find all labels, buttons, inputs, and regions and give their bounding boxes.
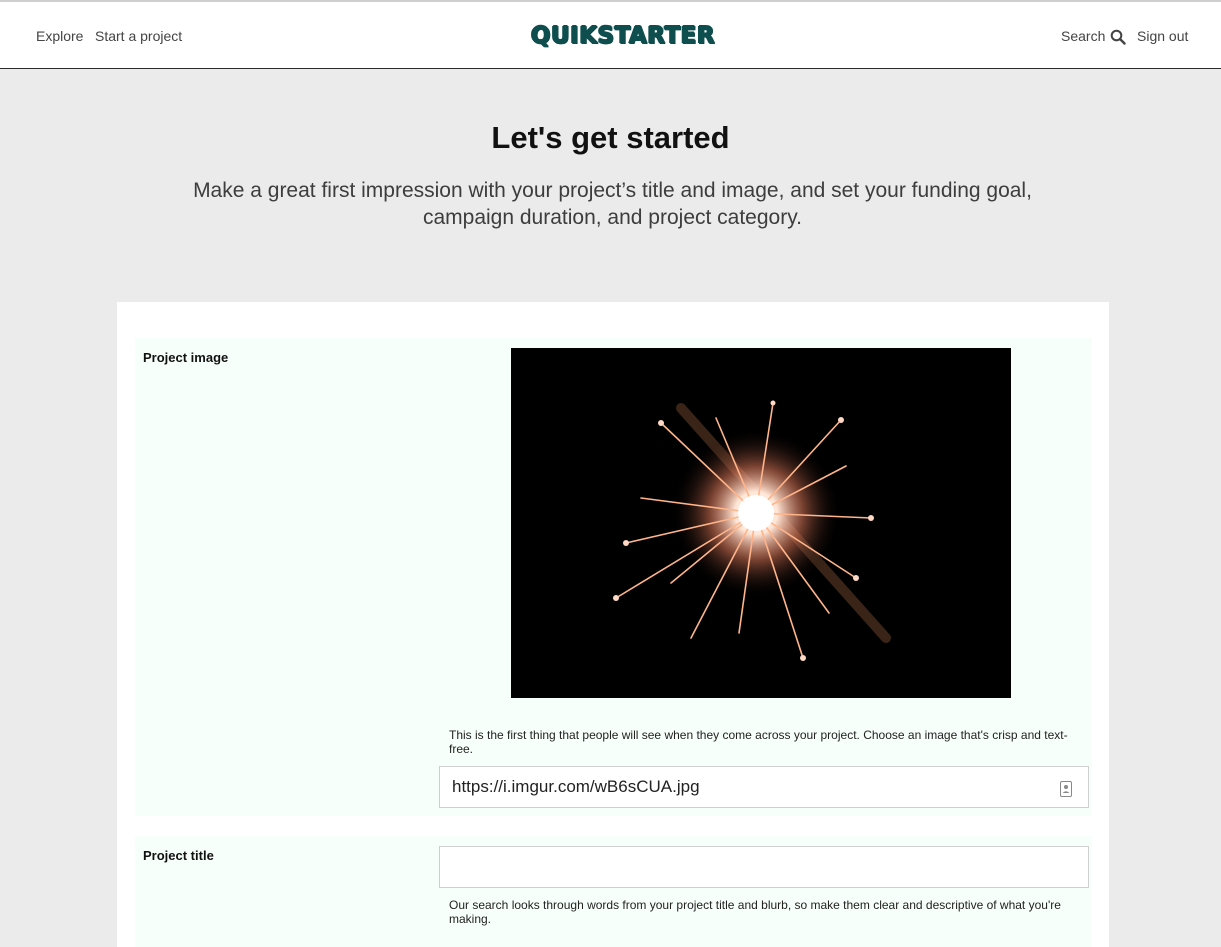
project-title-help-text: Our search looks through words from your… (449, 898, 1061, 926)
nav-search-link[interactable]: Search (1061, 28, 1105, 44)
project-title-section: Project title Our search looks through w… (135, 836, 1092, 947)
project-form-card: Project image This is the first thing th… (117, 302, 1109, 947)
nav-sign-out-link[interactable]: Sign out (1137, 28, 1188, 44)
sparkler-image (511, 348, 1011, 698)
top-navigation: Explore Start a project QUIKSTARTER Sear… (0, 0, 1221, 69)
project-title-label: Project title (143, 848, 214, 863)
search-icon[interactable] (1110, 29, 1126, 45)
nav-explore-link[interactable]: Explore (36, 28, 83, 44)
quikstarter-logo[interactable]: QUIKSTARTER (527, 22, 719, 50)
project-image-preview (511, 348, 1011, 698)
project-image-label: Project image (143, 350, 229, 365)
project-image-help-text: This is the first thing that people will… (449, 728, 1068, 756)
nav-start-project-link[interactable]: Start a project (95, 28, 182, 44)
page-title: Let's get started (491, 120, 730, 155)
project-title-input[interactable] (439, 846, 1089, 888)
project-image-url-input[interactable] (439, 766, 1089, 808)
page-subtitle: Make a great first impression with your … (193, 179, 1032, 229)
contact-card-icon[interactable] (1060, 781, 1072, 797)
project-image-section: Project image This is the first thing th… (135, 338, 1092, 816)
